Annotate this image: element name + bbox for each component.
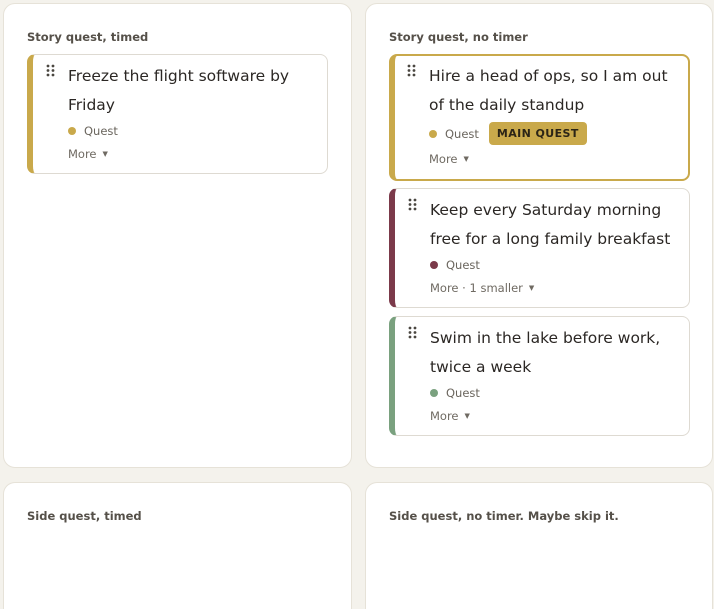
- quadrant-side-no-timer: Side quest, no timer. Maybe skip it.: [365, 482, 713, 609]
- quadrant-story-timed: Story quest, timed Freeze the flight sof…: [3, 3, 352, 468]
- more-menu-button[interactable]: More ▼: [68, 147, 108, 161]
- quest-card-saturday-breakfast[interactable]: Keep every Saturday morning free for a l…: [389, 188, 690, 308]
- quest-meta: Quest: [68, 124, 118, 138]
- quest-color-dot: [430, 389, 438, 397]
- quest-tag: Quest: [445, 126, 479, 141]
- caret-down-icon: ▼: [464, 412, 470, 420]
- caret-down-icon: ▼: [463, 155, 469, 163]
- more-label: More: [430, 409, 459, 423]
- quest-tag: Quest: [446, 258, 480, 272]
- quadrant-story-no-timer: Story quest, no timer Hire a head of ops…: [365, 3, 713, 468]
- caret-down-icon: ▼: [102, 150, 108, 158]
- quest-meta: Quest: [430, 258, 480, 272]
- main-quest-badge: MAIN QUEST: [488, 122, 587, 145]
- more-menu-button[interactable]: More ▼: [430, 409, 470, 423]
- more-label: More: [68, 147, 97, 161]
- quest-color-dot: [68, 127, 76, 135]
- quest-title: Freeze the flight software by Friday: [68, 67, 290, 114]
- quest-color-dot: [429, 129, 437, 138]
- caret-down-icon: ▼: [528, 284, 535, 292]
- quest-card-freeze-flight-software[interactable]: Freeze the flight software by Friday Que…: [27, 54, 328, 174]
- quadrant-title: Story quest, no timer: [389, 30, 528, 44]
- drag-handle-icon[interactable]: [408, 198, 417, 211]
- quest-meta: Quest: [430, 386, 480, 400]
- more-menu-button[interactable]: More ▼: [429, 152, 469, 166]
- quest-meta: Quest MAIN QUEST: [429, 122, 587, 145]
- drag-handle-icon[interactable]: [408, 326, 417, 339]
- quest-color-dot: [430, 261, 438, 269]
- quadrant-title: Side quest, no timer. Maybe skip it.: [389, 509, 619, 523]
- quest-tag: Quest: [446, 386, 480, 400]
- quadrant-title: Story quest, timed: [27, 30, 149, 44]
- quest-tag: Quest: [84, 124, 118, 138]
- more-label: More: [429, 152, 458, 166]
- drag-handle-icon[interactable]: [407, 64, 416, 77]
- quest-card-hire-head-of-ops[interactable]: Hire a head of ops, so I am out of the d…: [389, 54, 690, 181]
- quest-card-swim-lake[interactable]: Swim in the lake before work, twice a we…: [389, 316, 690, 436]
- drag-handle-icon[interactable]: [46, 64, 55, 77]
- more-menu-button[interactable]: More · 1 smaller ▼: [430, 281, 534, 295]
- quadrant-title: Side quest, timed: [27, 509, 142, 523]
- quest-title: Keep every Saturday morning free for a l…: [430, 201, 671, 248]
- quest-title: Hire a head of ops, so I am out of the d…: [429, 67, 668, 114]
- quest-title: Swim in the lake before work, twice a we…: [430, 329, 661, 376]
- quadrant-side-timed: Side quest, timed: [3, 482, 352, 609]
- more-label: More · 1 smaller: [430, 281, 523, 295]
